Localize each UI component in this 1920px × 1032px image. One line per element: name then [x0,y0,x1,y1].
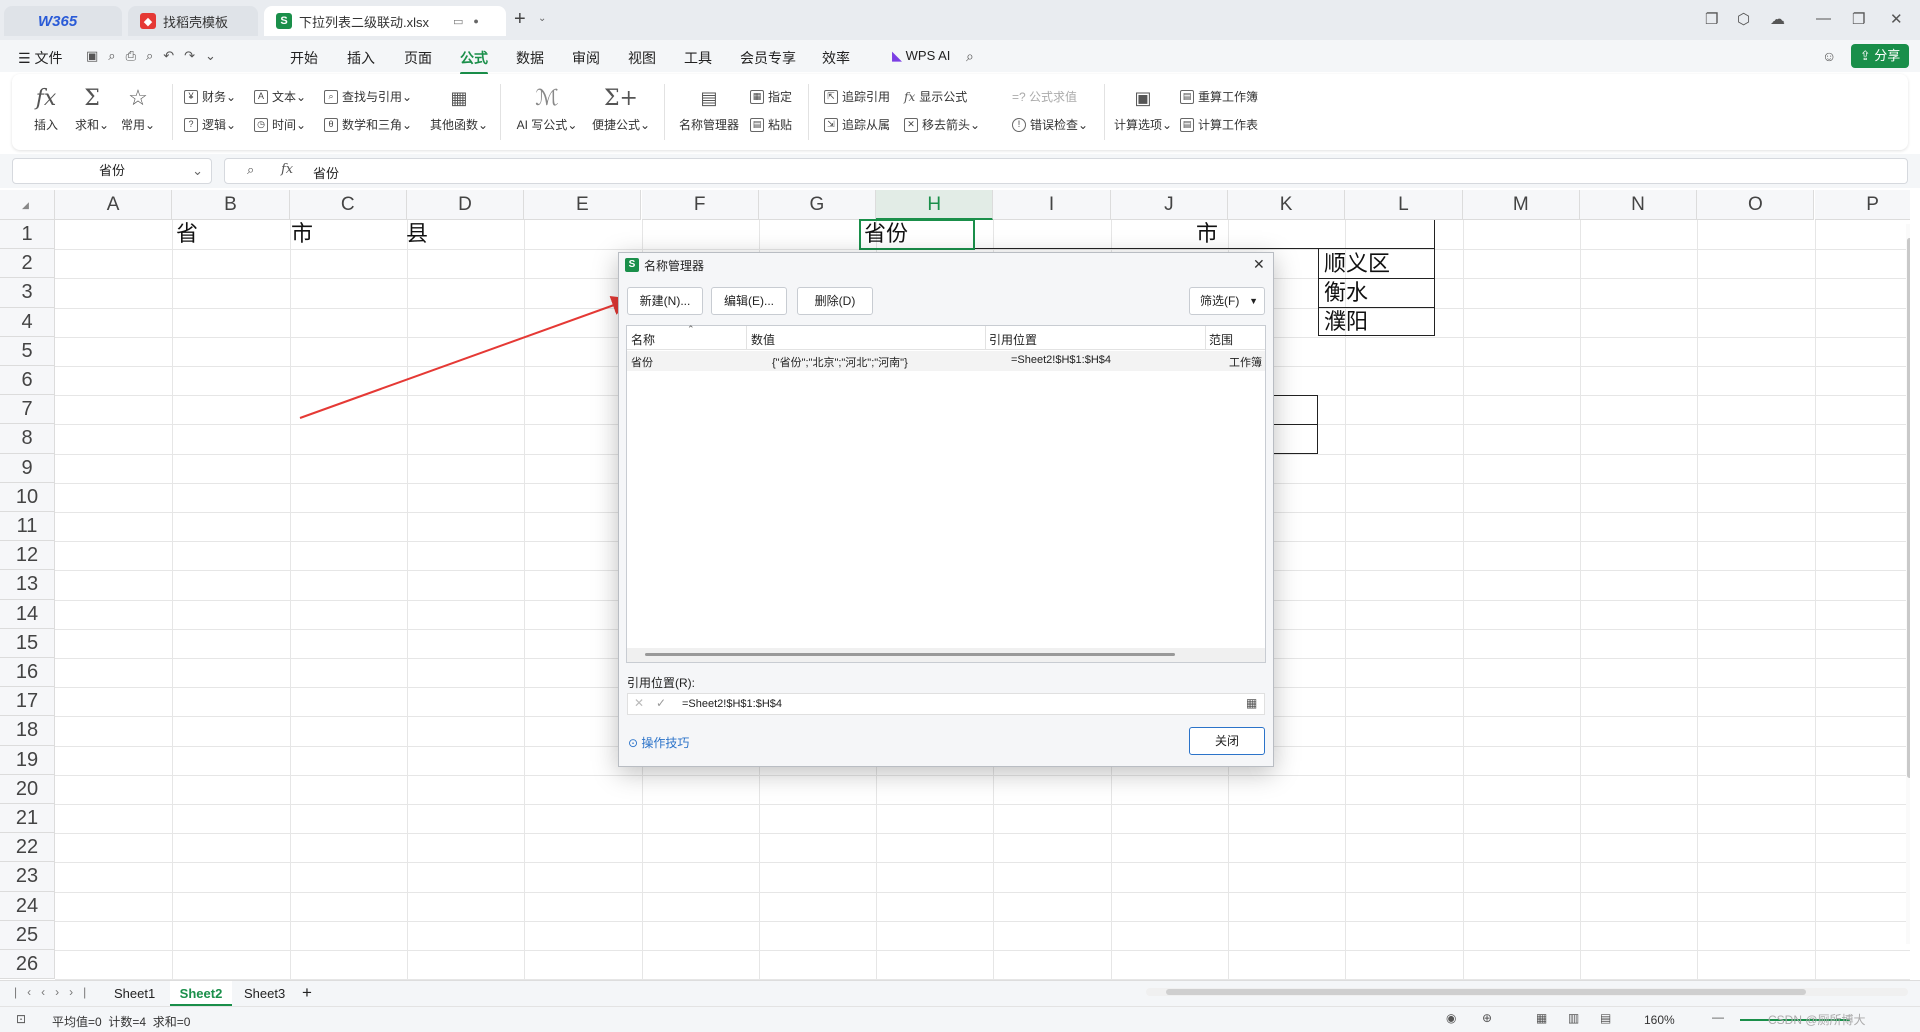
header-value[interactable]: 数值 [751,331,775,348]
row-value: {"省份";"北京";"河北";"河南"} [772,357,908,369]
watermark-text: CSDN @厕所博大 [1768,1013,1866,1027]
cancel-x-icon[interactable]: ✕ [634,696,644,710]
dropdown-triangle-icon: ▼ [1249,296,1258,306]
status-bar: ⊡ 平均值=0 计数=4 求和=0 ◉ ⊕ ▦ ▥ ▤ 160% — CSDN … [0,1006,1920,1032]
horizontal-scrollbar[interactable] [1146,988,1908,996]
col-divider [1205,326,1206,350]
zoom-level[interactable]: 160% [1644,1013,1675,1027]
name-manager-dialog: S 名称管理器 ✕ 新建(N)... 编辑(E)... 删除(D) 筛选(F) … [618,252,1274,767]
status-summary: 平均值=0 计数=4 求和=0 [52,1015,191,1029]
page-layout-icon[interactable]: ▥ [1568,1011,1579,1025]
confirm-check-icon[interactable]: ✓ [656,696,666,710]
zoom-out-icon[interactable]: — [1712,1010,1724,1024]
horizontal-scroll-thumb[interactable] [645,653,1175,656]
collapse-dialog-icon[interactable]: ▦ [1246,696,1257,710]
list-header: 名称 ⌃ 数值 引用位置 范围 [627,324,1265,350]
play-circle-icon: ⊙ [628,736,639,750]
names-list[interactable]: 名称 ⌃ 数值 引用位置 范围 省份 {"省份";"北京";"河北";"河南"}… [626,324,1266,663]
table-row[interactable]: 省份 {"省份";"北京";"河北";"河南"} =Sheet2!$H$1:$H… [627,351,1265,371]
horizontal-scrollbar[interactable] [627,648,1265,662]
add-sheet-button[interactable]: + [302,983,312,1003]
delete-name-button[interactable]: 删除(D) [797,287,873,315]
eye-icon[interactable]: ◉ [1446,1011,1456,1025]
dialog-titlebar: S 名称管理器 ✕ [619,253,1273,277]
sheet-tab-3[interactable]: Sheet3 [244,986,285,1001]
normal-view-icon[interactable]: ▦ [1536,1011,1547,1025]
filter-button[interactable]: 筛选(F) ▼ [1189,287,1265,315]
edit-name-button[interactable]: 编辑(E)... [711,287,787,315]
dialog-title: 名称管理器 [644,259,705,273]
close-button[interactable]: 关闭 [1189,727,1265,755]
horizontal-scroll-thumb[interactable] [1166,989,1806,995]
tips-link[interactable]: ⊙ 操作技巧 [628,734,689,751]
ref-label: 引用位置(R): [627,676,695,690]
sort-caret-icon: ⌃ [687,324,695,334]
row-name: 省份 [631,357,653,369]
spreadsheet-icon: S [625,258,639,272]
ref-input[interactable]: ✕ ✓ =Sheet2!$H$1:$H$4 ▦ [627,693,1265,715]
header-scope[interactable]: 范围 [1209,331,1233,348]
new-name-button[interactable]: 新建(N)... [627,287,703,315]
page-break-icon[interactable]: ▤ [1600,1011,1611,1025]
ref-value: =Sheet2!$H$1:$H$4 [682,698,782,710]
sheet-tab-1[interactable]: Sheet1 [114,986,155,1001]
row-scope: 工作簿 [1229,357,1262,369]
arrow-line [299,296,632,419]
dialog-close-icon[interactable]: ✕ [1253,256,1265,273]
macro-icon[interactable]: ⊡ [16,1012,26,1026]
header-reference[interactable]: 引用位置 [989,331,1037,348]
target-icon[interactable]: ⊕ [1482,1011,1492,1025]
header-name[interactable]: 名称 [631,331,655,348]
col-divider [985,326,986,350]
sheet-nav-arrows[interactable]: |‹‹››| [14,985,96,999]
col-divider [746,326,747,350]
filter-label: 筛选(F) [1200,294,1240,308]
sheet-tab-2[interactable]: Sheet2 [170,981,232,1006]
tips-label: 操作技巧 [641,736,690,750]
row-ref: =Sheet2!$H$1:$H$4 [1011,354,1111,366]
sheet-tabs-bar: |‹‹››| Sheet1 Sheet2 Sheet3 + [0,980,1920,1006]
